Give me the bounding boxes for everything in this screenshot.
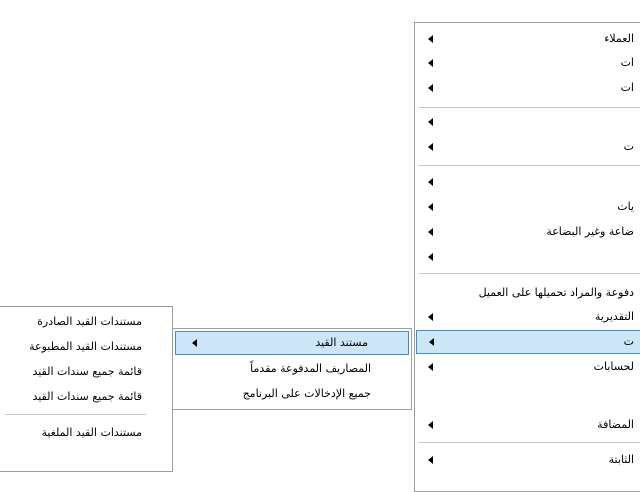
chevron-left-icon <box>428 421 433 429</box>
menu-item-label: التقديرية <box>594 310 634 323</box>
chevron-left-icon <box>428 253 433 261</box>
menu-item-label: لحسابات <box>593 360 634 373</box>
menu-item-label: مستندات القيد المطبوعة <box>29 340 142 353</box>
menu-separator <box>419 273 640 274</box>
menu-item-5[interactable]: ت <box>415 135 640 159</box>
vouchers-submenu: مستند القيد المصاريف المدفوعة مقدماً جمي… <box>172 328 412 410</box>
menu-item-prepaid-expenses[interactable]: المصاريف المدفوعة مقدماً <box>173 357 411 381</box>
menu-item-customers[interactable]: العملاء <box>415 27 640 51</box>
chevron-left-icon <box>428 143 433 151</box>
menu-item-all-vouchers-list-2[interactable]: قائمة جميع سندات القيد <box>0 385 172 409</box>
menu-item-label: ات <box>620 56 634 69</box>
chevron-left-icon <box>428 178 433 186</box>
menu-item-label: ت <box>623 140 634 153</box>
menu-item-label: ات <box>620 81 634 94</box>
menu-item-label: المصاريف المدفوعة مقدماً <box>250 362 371 375</box>
chevron-left-icon <box>428 35 433 43</box>
menu-item-13[interactable]: لحسابات <box>415 355 640 379</box>
menu-item-label: دفوعة والمراد تحميلها على العميل <box>478 286 634 299</box>
chevron-left-icon <box>428 313 433 321</box>
menu-item-6[interactable] <box>415 170 640 194</box>
menu-item-label: قائمة جميع سندات القيد <box>32 365 142 378</box>
menu-item-15[interactable]: المضافة <box>415 413 640 437</box>
menu-item-label: مستند القيد <box>315 336 368 349</box>
menu-item-label: قائمة جميع سندات القيد <box>32 390 142 403</box>
chevron-left-icon <box>428 456 433 464</box>
chevron-left-icon <box>428 203 433 211</box>
menu-item-label: ضاعة وغير البضاعة <box>546 225 634 238</box>
menu-separator <box>419 442 640 443</box>
chevron-left-icon <box>428 228 433 236</box>
menu-item-4[interactable] <box>415 110 640 134</box>
menu-item-journal-voucher[interactable]: مستند القيد <box>175 331 409 355</box>
menu-item-9[interactable] <box>415 245 640 269</box>
menu-item-label: مستندات القيد الملغية <box>41 426 142 439</box>
menu-item-cancelled-vouchers[interactable]: مستندات القيد الملغية <box>0 421 172 445</box>
menu-item-vouchers[interactable]: ت <box>416 330 640 354</box>
menu-item-label: ت <box>623 335 634 348</box>
menu-item-11[interactable]: التقديرية <box>415 305 640 329</box>
menu-item-14[interactable] <box>415 385 640 409</box>
menu-item-3[interactable]: ات <box>415 76 640 100</box>
chevron-left-icon <box>428 84 433 92</box>
journal-voucher-submenu: مستندات القيد الصادرة مستندات القيد المط… <box>0 306 173 472</box>
menu-item-label: يات <box>617 200 634 213</box>
menu-item-label: مستندات القيد الصادرة <box>37 315 142 328</box>
menu-item-label: جميع الإدخالات على البرنامج <box>242 387 371 400</box>
menu-item-label: العملاء <box>604 32 634 45</box>
menu-item-all-vouchers-list[interactable]: قائمة جميع سندات القيد <box>0 360 172 384</box>
menu-item-7[interactable]: يات <box>415 195 640 219</box>
chevron-left-icon <box>428 118 433 126</box>
menu-item-printed-vouchers[interactable]: مستندات القيد المطبوعة <box>0 335 172 359</box>
chevron-left-icon <box>429 338 434 346</box>
menu-item-label: المضافة <box>597 418 634 431</box>
menu-item-issued-vouchers[interactable]: مستندات القيد الصادرة <box>0 310 172 334</box>
menu-item-10[interactable]: دفوعة والمراد تحميلها على العميل <box>415 281 640 305</box>
menu-item-8[interactable]: ضاعة وغير البضاعة <box>415 220 640 244</box>
chevron-left-icon <box>192 339 197 347</box>
menu-separator <box>5 414 146 415</box>
chevron-left-icon <box>428 363 433 371</box>
menu-separator <box>419 165 640 166</box>
chevron-left-icon <box>428 59 433 67</box>
menu-item-2[interactable]: ات <box>415 51 640 75</box>
main-context-menu: العملاء ات ات ت يات ضاعة وغير البضاعة دف… <box>414 22 640 492</box>
menu-separator <box>419 107 640 108</box>
menu-item-16[interactable]: الثابتة <box>415 448 640 472</box>
menu-item-label: الثابتة <box>608 453 634 466</box>
menu-item-all-entries[interactable]: جميع الإدخالات على البرنامج <box>173 382 411 406</box>
